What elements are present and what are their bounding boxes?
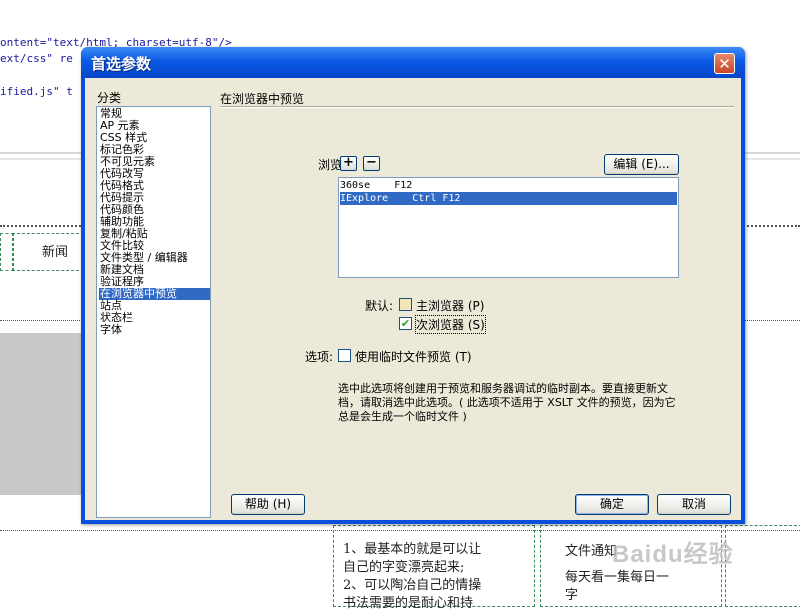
section-divider <box>220 106 734 108</box>
browser-shortcut: F12 <box>394 180 413 191</box>
dialog-body: 分类 常规 AP 元素 CSS 样式 标记色彩 不可见元素 代码改写 代码格式 … <box>85 78 741 520</box>
add-browser-button[interactable]: + <box>340 156 357 171</box>
browser-shortcut: Ctrl F12 <box>412 193 461 204</box>
edit-browser-button[interactable]: 编辑 (E)... <box>604 154 679 175</box>
content-text: 2、可以陶冶自己的情操 <box>343 578 482 593</box>
content-text: 自己的字变漂亮起来; <box>343 560 465 575</box>
minus-icon: − <box>366 155 377 170</box>
primary-browser-label[interactable]: 主浏览器 (P) <box>416 297 484 314</box>
temp-file-label[interactable]: 使用临时文件预览 (T) <box>355 348 472 365</box>
code-line: ext/css" re <box>0 52 73 65</box>
browser-row[interactable]: 360se F12 <box>340 179 677 192</box>
baidu-watermark-logo: Baidu经验 <box>612 541 734 568</box>
temp-file-checkbox[interactable] <box>338 349 351 362</box>
secondary-browser-label[interactable]: 次浏览器 (S) <box>415 315 486 334</box>
browser-list[interactable]: 360se F12 IExplore Ctrl F12 <box>338 177 679 278</box>
nav-link-news[interactable]: 新闻 <box>42 241 68 260</box>
cancel-button[interactable]: 取消 <box>657 494 731 515</box>
option-description: 选中此选项将创建用于预览和服务器调试的临时副本。要直接更新文档，请取消选中此选项… <box>338 382 676 423</box>
plus-icon: + <box>343 155 354 170</box>
content-cell <box>725 525 800 607</box>
remove-browser-button[interactable]: − <box>363 156 380 171</box>
browser-name: IExplore <box>340 193 389 204</box>
notice-text: 字 <box>565 588 579 603</box>
primary-browser-checkbox[interactable] <box>399 298 412 311</box>
category-list[interactable]: 常规 AP 元素 CSS 样式 标记色彩 不可见元素 代码改写 代码格式 代码提… <box>96 106 211 518</box>
close-icon: ✕ <box>718 55 731 73</box>
code-line: ified.js" t <box>0 85 73 98</box>
dialog-titlebar[interactable]: 首选参数 ✕ <box>81 47 745 78</box>
close-button[interactable]: ✕ <box>714 53 735 74</box>
default-label: 默认: <box>365 299 394 313</box>
category-item[interactable]: 字体 <box>99 324 123 336</box>
ok-button[interactable]: 确定 <box>575 494 649 515</box>
browser-name: 360se <box>340 180 371 191</box>
options-label: 选项: <box>305 350 334 364</box>
preferences-dialog: 首选参数 ✕ 分类 常规 AP 元素 CSS 样式 标记色彩 不可见元素 代码改… <box>81 47 745 524</box>
help-button[interactable]: 帮助 (H) <box>231 494 305 515</box>
browser-row-selected[interactable]: IExplore Ctrl F12 <box>340 192 677 205</box>
secondary-browser-checkbox[interactable]: ✔ <box>399 317 412 330</box>
dialog-title: 首选参数 <box>91 55 152 73</box>
content-text: 1、最基本的就是可以让 <box>343 542 482 557</box>
checkmark-icon: ✔ <box>400 317 411 330</box>
category-label: 分类 <box>97 91 122 105</box>
notice-text: 文件通知 <box>565 544 618 559</box>
section-title: 在浏览器中预览 <box>220 92 305 106</box>
content-text: 书法需要的是耐心和持 <box>343 596 474 611</box>
image-placeholder <box>0 333 85 495</box>
